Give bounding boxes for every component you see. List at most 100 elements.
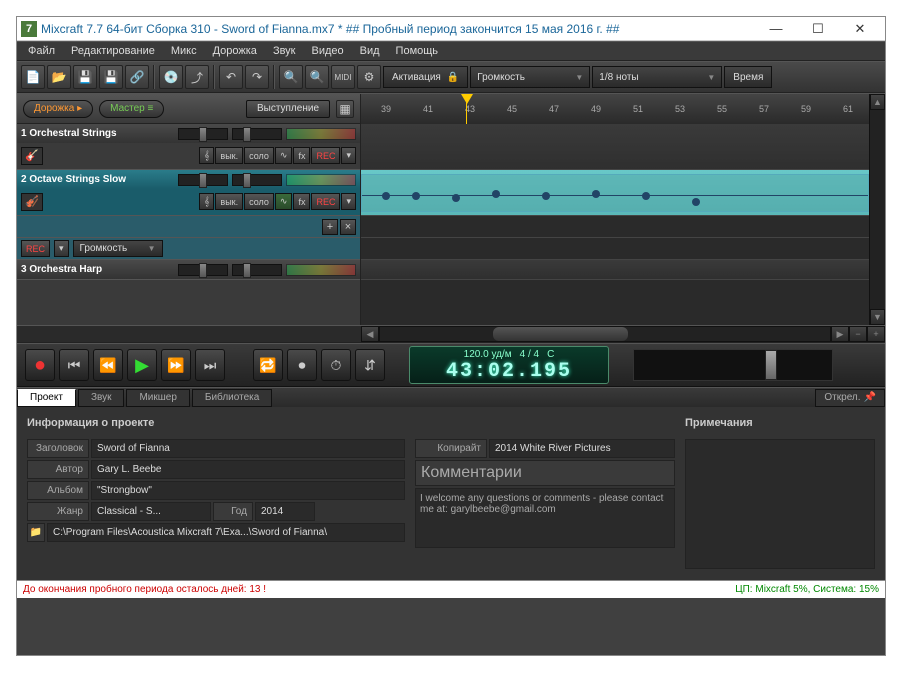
notes-textarea[interactable] xyxy=(685,439,875,569)
scroll-right-button[interactable]: ▶ xyxy=(831,326,849,342)
piano-roll-button[interactable]: 𝄞 xyxy=(199,147,214,164)
track-row[interactable]: 2 Octave Strings Slow 🎻 𝄞 вык. соло ∿ fx… xyxy=(17,170,360,216)
close-button[interactable]: ✕ xyxy=(844,20,876,38)
field-album[interactable]: "Strongbow" xyxy=(91,481,405,500)
forward-end-button[interactable]: ⏭ xyxy=(195,349,225,381)
field-comments[interactable]: I welcome any questions or comments - pl… xyxy=(415,488,675,548)
timeline-automation-lane[interactable] xyxy=(361,238,869,260)
save-as-button[interactable]: 💾 xyxy=(99,65,123,89)
menu-edit[interactable]: Редактирование xyxy=(64,43,162,59)
rewind-button[interactable]: ⏪ xyxy=(93,349,123,381)
playhead-flag[interactable] xyxy=(461,94,473,104)
open-button[interactable]: 📂 xyxy=(47,65,71,89)
vertical-scrollbar[interactable]: ▲ ▼ xyxy=(869,94,885,325)
fx-button[interactable]: fx xyxy=(293,147,310,164)
automation-param-dropdown[interactable]: Громкость▼ xyxy=(73,240,163,257)
pan-slider[interactable] xyxy=(178,128,228,140)
horizontal-scrollbar[interactable]: ◀ ▶ − + xyxy=(17,325,885,343)
scroll-thumb[interactable] xyxy=(493,327,628,341)
timeline[interactable]: 39 41 43 45 47 49 51 53 55 57 59 61 xyxy=(361,94,869,325)
track-menu-button[interactable]: ▾ xyxy=(341,147,356,164)
track-tab[interactable]: Дорожка ▸ xyxy=(23,100,93,118)
vol-slider[interactable] xyxy=(232,128,282,140)
redo-button[interactable]: ↷ xyxy=(245,65,269,89)
maximize-button[interactable]: ☐ xyxy=(802,20,834,38)
midi-button[interactable]: MIDI xyxy=(331,65,355,89)
automation-button[interactable]: ∿ xyxy=(275,193,293,210)
timeline-track[interactable] xyxy=(361,260,869,280)
field-year[interactable]: 2014 xyxy=(255,502,315,521)
zoom-in-h-button[interactable]: + xyxy=(867,326,885,342)
field-author[interactable]: Gary L. Beebe xyxy=(91,460,405,479)
del-lane-button[interactable]: × xyxy=(340,219,356,235)
tab-sound[interactable]: Звук xyxy=(78,389,125,407)
timeline-track[interactable] xyxy=(361,170,869,216)
time-mode[interactable]: Время xyxy=(724,66,772,88)
timeline-track[interactable] xyxy=(361,124,869,170)
menu-view[interactable]: Вид xyxy=(353,43,387,59)
piano-roll-button[interactable]: 𝄞 xyxy=(199,193,214,210)
master-fader[interactable] xyxy=(765,350,777,380)
menu-video[interactable]: Видео xyxy=(305,43,351,59)
save-button[interactable]: 💾 xyxy=(73,65,97,89)
forward-button[interactable]: ⏩ xyxy=(161,349,191,381)
activate-button[interactable]: Активация 🔒 xyxy=(383,66,468,88)
automation-dropdown[interactable]: Громкость▼ xyxy=(470,66,590,88)
burn-button[interactable]: 💿 xyxy=(159,65,183,89)
midi-clip[interactable] xyxy=(361,174,869,212)
fx-button[interactable]: fx xyxy=(293,193,310,210)
loop-button[interactable]: 🔁 xyxy=(253,349,283,381)
detach-button[interactable]: Открел. 📌 xyxy=(815,389,885,407)
arm-button[interactable]: REC xyxy=(311,147,340,164)
pan-slider[interactable] xyxy=(178,174,228,186)
scroll-left-button[interactable]: ◀ xyxy=(361,326,379,342)
record-button[interactable]: ● xyxy=(25,349,55,381)
settings-button[interactable]: ⚙ xyxy=(357,65,381,89)
track-row[interactable]: 3 Orchestra Harp xyxy=(17,260,360,280)
folder-icon[interactable]: 📁 xyxy=(27,523,45,542)
tab-project[interactable]: Проект xyxy=(17,389,76,407)
share-button[interactable]: 🔗 xyxy=(125,65,149,89)
zoom-out-h-button[interactable]: − xyxy=(849,326,867,342)
menu-file[interactable]: Файл xyxy=(21,43,62,59)
undo-button[interactable]: ↶ xyxy=(219,65,243,89)
master-tab[interactable]: Мастер ≡ xyxy=(99,100,164,118)
scroll-up-button[interactable]: ▲ xyxy=(870,94,885,110)
perf-toggle-button[interactable]: ▦ xyxy=(336,100,354,118)
arm-button[interactable]: REC xyxy=(311,193,340,210)
menu-mix[interactable]: Микс xyxy=(164,43,204,59)
track-menu-button[interactable]: ▾ xyxy=(341,193,356,210)
rec-automation-button[interactable]: REC xyxy=(21,240,50,257)
field-path[interactable]: C:\Program Files\Acoustica Mixcraft 7\Ex… xyxy=(47,523,405,542)
mute-button[interactable]: вык. xyxy=(215,193,243,210)
time-display[interactable]: 120.0 уд/м 4 / 4 C 43:02.195 xyxy=(409,346,609,384)
tab-mixer[interactable]: Микшер xyxy=(126,389,189,407)
play-button[interactable]: ▶ xyxy=(127,349,157,381)
solo-button[interactable]: соло xyxy=(244,147,274,164)
field-genre[interactable]: Classical - S... xyxy=(91,502,211,521)
vol-slider[interactable] xyxy=(232,174,282,186)
rec-menu-button[interactable]: ▾ xyxy=(54,240,69,257)
vol-slider[interactable] xyxy=(232,264,282,276)
minimize-button[interactable]: — xyxy=(760,20,792,38)
menu-help[interactable]: Помощь xyxy=(389,43,446,59)
menu-sound[interactable]: Звук xyxy=(266,43,303,59)
add-lane-button[interactable]: + xyxy=(322,219,338,235)
automation-line[interactable] xyxy=(362,195,868,196)
mode-button[interactable]: ⇵ xyxy=(355,349,385,381)
metronome-button[interactable]: ⏱ xyxy=(321,349,351,381)
zoom-out-button[interactable]: 🔍 xyxy=(305,65,329,89)
menu-track[interactable]: Дорожка xyxy=(206,43,264,59)
field-copyright[interactable]: 2014 White River Pictures xyxy=(489,439,675,458)
new-button[interactable]: 📄 xyxy=(21,65,45,89)
export-button[interactable]: ⤴ xyxy=(185,65,209,89)
time-ruler[interactable]: 39 41 43 45 47 49 51 53 55 57 59 61 xyxy=(361,94,869,124)
snap-dropdown[interactable]: 1/8 ноты▼ xyxy=(592,66,722,88)
pan-slider[interactable] xyxy=(178,264,228,276)
rewind-start-button[interactable]: ⏮ xyxy=(59,349,89,381)
punch-button[interactable]: ⏺ xyxy=(287,349,317,381)
mute-button[interactable]: вык. xyxy=(215,147,243,164)
zoom-in-button[interactable]: 🔍 xyxy=(279,65,303,89)
automation-button[interactable]: ∿ xyxy=(275,147,293,164)
field-title[interactable]: Sword of Fianna xyxy=(91,439,405,458)
